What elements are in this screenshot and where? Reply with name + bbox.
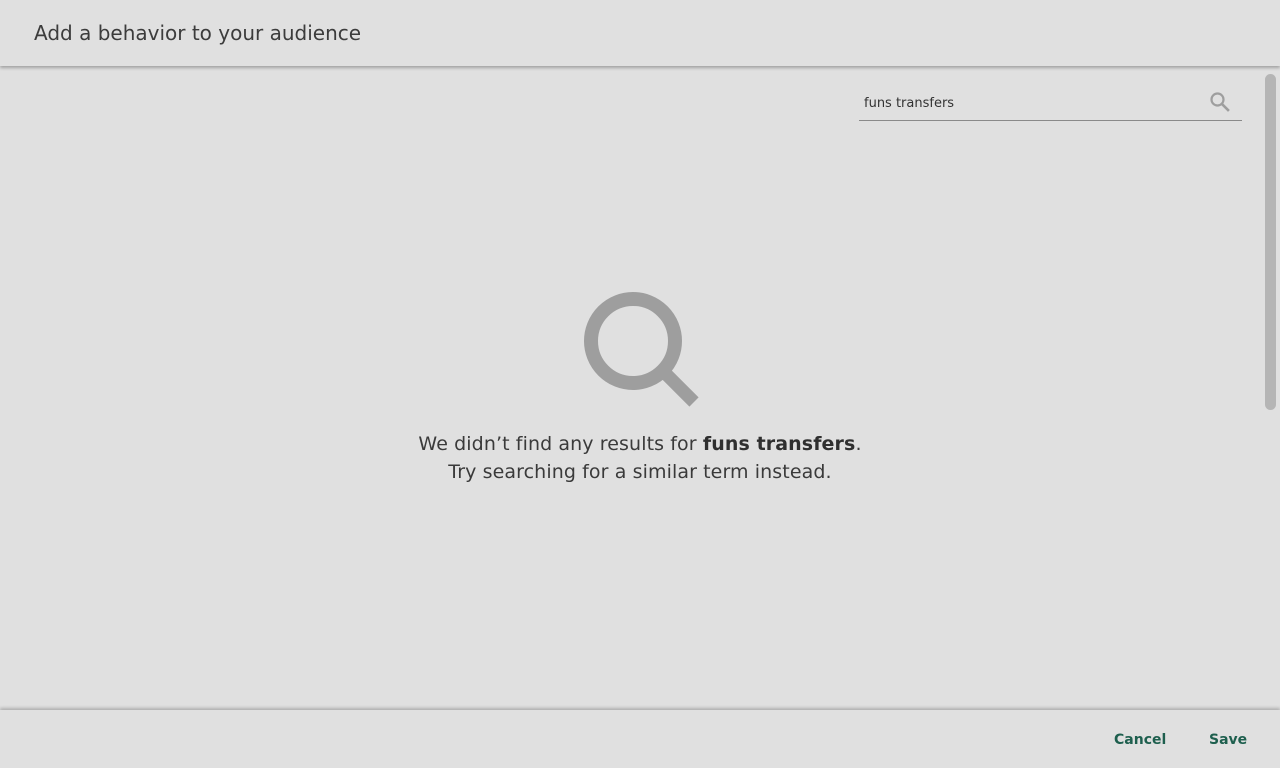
dialog-footer: Cancel Save bbox=[0, 710, 1280, 768]
save-button[interactable]: Save bbox=[1203, 728, 1253, 752]
empty-message-hint: Try searching for a similar term instead… bbox=[448, 461, 832, 483]
search-field bbox=[859, 88, 1242, 121]
add-behavior-dialog: Add a behavior to your audience funs tra… bbox=[0, 0, 1280, 768]
magnifier-icon bbox=[0, 286, 1280, 410]
search-input[interactable] bbox=[859, 88, 1194, 118]
empty-message-prefix: We didn’t find any results for bbox=[418, 433, 703, 455]
cancel-button[interactable]: Cancel bbox=[1108, 728, 1172, 752]
dialog-body: We didn’t find any results for funs tran… bbox=[0, 66, 1280, 710]
dialog-header: Add a behavior to your audience bbox=[0, 0, 1280, 66]
search-icon[interactable] bbox=[1208, 90, 1232, 114]
empty-message-suffix: . bbox=[855, 433, 862, 455]
empty-message: We didn’t find any results for funs tran… bbox=[0, 430, 1280, 486]
empty-message-query: funs transfers bbox=[702, 433, 856, 455]
empty-state: We didn’t find any results for funs tran… bbox=[0, 286, 1280, 486]
dialog-title: Add a behavior to your audience bbox=[34, 21, 362, 45]
